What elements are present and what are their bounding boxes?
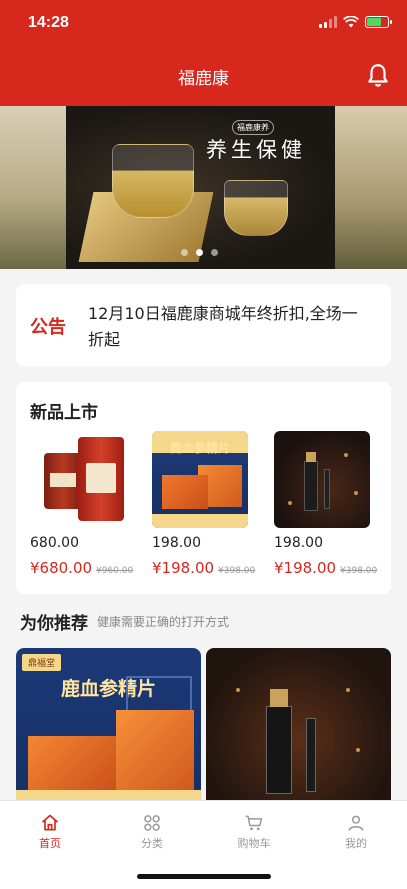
promo-banner[interactable]: 福鹿康养 养生保健 [0,106,407,269]
product-image-text: 鹿血参精片 [169,441,230,455]
tab-label: 购物车 [237,837,271,850]
tab-label: 首页 [39,837,61,850]
announcement-card[interactable]: 公告 12月10日福鹿康商城年终折扣,全场一折起 [16,284,391,366]
product-sale-price: ¥680.00 [30,559,93,577]
carousel-dot-active[interactable] [196,249,203,256]
bottle-image [266,689,292,794]
tab-label: 分类 [141,837,163,850]
product-original-price: ¥398.00 [340,566,378,576]
banner-right-painting [335,106,407,269]
product-sale-price: ¥198.00 [152,559,215,577]
product-price-row: ¥198.00 ¥398.00 [274,559,377,577]
app-header: 14:28 福鹿康 [0,0,407,106]
section-subtitle-recommend: 健康需要正确的打开方式 [97,615,230,629]
product-image-ginseng-box: 鹿血参精片 [152,431,248,528]
carousel-dot[interactable] [181,249,188,256]
section-title-new: 新品上市 [30,403,98,423]
recommend-card[interactable]: 鼎福堂 鹿血参精片 [16,648,201,800]
bottle-image [306,718,316,792]
banner-tag: 福鹿康养 [232,120,274,135]
product-box-image [116,710,194,790]
carousel-dots[interactable] [181,249,218,256]
product-image-red-tins [30,431,126,528]
product-original-price: ¥398.00 [218,566,256,576]
status-icons [319,16,392,28]
cellular-signal-icon [319,16,337,28]
product-sale-price: ¥198.00 [274,559,337,577]
tab-profile[interactable]: 我的 [326,813,386,851]
banner-slogan: 养生保健 [206,138,306,162]
product-image-dark-bottle [274,431,370,528]
product-price-row: ¥198.00 ¥398.00 [152,559,255,577]
bell-icon[interactable] [365,62,391,88]
tea-pitcher-image [112,144,194,218]
product-card[interactable]: 198.00 ¥198.00 ¥398.00 [274,431,377,577]
wifi-icon [343,16,359,28]
product-box-image [28,736,116,794]
announcement-tag: 公告 [30,317,66,338]
status-time: 14:28 [28,14,69,31]
new-products-section: 新品上市 680.00 ¥680.00 ¥960.00 鹿血参精片 198.00… [16,382,391,594]
tab-cart[interactable]: 购物车 [224,813,284,851]
product-card[interactable]: 鹿血参精片 198.00 ¥198.00 ¥398.00 [152,431,255,577]
tab-label: 我的 [345,837,367,850]
banner-left-painting [0,106,66,269]
product-card[interactable]: 680.00 ¥680.00 ¥960.00 [30,431,133,577]
carousel-dot[interactable] [211,249,218,256]
tab-home[interactable]: 首页 [20,813,80,851]
product-original-price: ¥960.00 [96,566,134,576]
user-icon [348,815,364,831]
home-indicator [137,874,271,879]
product-price: 198.00 [152,535,201,551]
grid-icon [144,815,160,831]
page-title: 福鹿康 [178,69,229,89]
section-title-recommend: 为你推荐 [20,614,88,634]
product-price: 198.00 [274,535,323,551]
tea-cup-image [224,180,288,236]
tab-category[interactable]: 分类 [122,813,182,851]
cart-icon [245,815,263,831]
home-icon [41,814,59,831]
announcement-text[interactable]: 12月10日福鹿康商城年终折扣,全场一折起 [88,301,373,353]
recommend-card[interactable] [206,648,391,800]
product-price: 680.00 [30,535,79,551]
product-price-row: ¥680.00 ¥960.00 [30,559,133,577]
battery-icon [365,16,392,28]
brand-label: 鼎福堂 [22,654,62,671]
